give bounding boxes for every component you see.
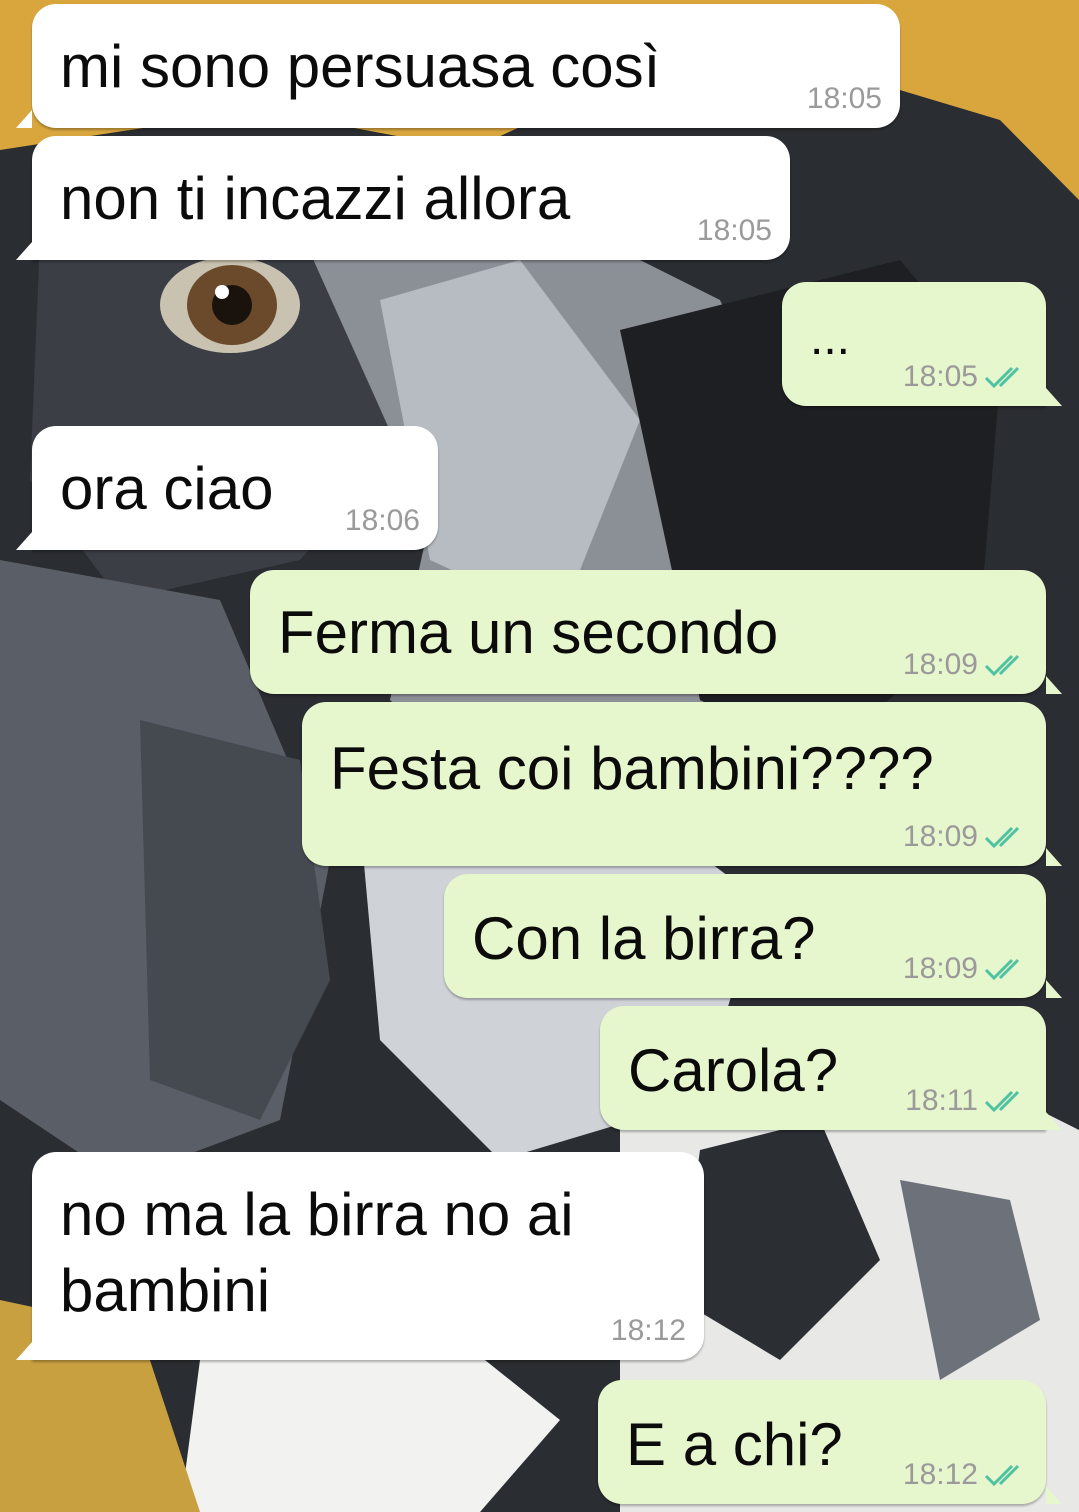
message-time: 18:12 [610, 1314, 686, 1347]
message-text: E a chi? [626, 1411, 843, 1478]
message-meta: 18:05 [903, 360, 1028, 394]
message-bubble-outgoing[interactable]: Festa coi bambini???? 18:09 [302, 702, 1062, 866]
message-time: 18:05 [696, 214, 772, 247]
message-time: 18:05 [902, 360, 978, 393]
message-time: 18:06 [344, 504, 420, 537]
message-meta: 18:09 [903, 648, 1028, 682]
message-bubble-outgoing[interactable]: ... 18:05 [782, 282, 1062, 406]
double-check-icon [984, 652, 1028, 678]
message-bubble-outgoing[interactable]: Carola? 18:11 [600, 1006, 1062, 1130]
message-bubble-incoming[interactable]: non ti incazzi allora 18:05 [16, 136, 790, 260]
message-bubble-outgoing[interactable]: Ferma un secondo 18:09 [250, 570, 1062, 694]
double-check-icon [984, 824, 1028, 850]
message-time: 18:09 [902, 952, 978, 985]
message-text: Con la birra? [472, 905, 816, 972]
double-check-icon [984, 1462, 1028, 1488]
message-bubble-incoming[interactable]: mi sono persuasa così 18:05 [16, 4, 900, 128]
message-meta: 18:09 [903, 952, 1028, 986]
message-meta: 18:12 [903, 1458, 1028, 1492]
message-text-line: bambini [60, 1257, 271, 1324]
message-text: Ferma un secondo [278, 599, 779, 666]
message-bubble-incoming[interactable]: no ma la birra no ai bambini 18:12 [16, 1152, 704, 1360]
message-bubble-incoming[interactable]: ora ciao 18:06 [16, 426, 438, 550]
message-time: 18:09 [902, 820, 978, 853]
message-time: 18:11 [905, 1084, 978, 1117]
double-check-icon [984, 364, 1028, 390]
message-text: mi sono persuasa così [60, 33, 661, 100]
message-text-line: no ma la birra no ai [60, 1181, 574, 1248]
message-text: Festa coi bambini???? [330, 735, 934, 802]
message-meta: 18:06 [345, 504, 420, 538]
message-meta: 18:05 [697, 214, 772, 248]
message-text: non ti incazzi allora [60, 165, 571, 232]
message-text: ... [810, 312, 851, 365]
message-text: Carola? [628, 1037, 839, 1104]
message-time: 18:05 [806, 82, 882, 115]
message-time: 18:12 [902, 1458, 978, 1491]
double-check-icon [984, 1088, 1028, 1114]
message-bubble-outgoing[interactable]: E a chi? 18:12 [598, 1380, 1062, 1504]
message-meta: 18:12 [611, 1314, 686, 1348]
message-time: 18:09 [902, 648, 978, 681]
message-meta: 18:11 [905, 1084, 1028, 1118]
message-bubble-outgoing[interactable]: Con la birra? 18:09 [444, 874, 1062, 998]
message-meta: 18:09 [903, 820, 1028, 854]
message-meta: 18:05 [807, 82, 882, 116]
message-text: ora ciao [60, 455, 274, 522]
double-check-icon [984, 956, 1028, 982]
